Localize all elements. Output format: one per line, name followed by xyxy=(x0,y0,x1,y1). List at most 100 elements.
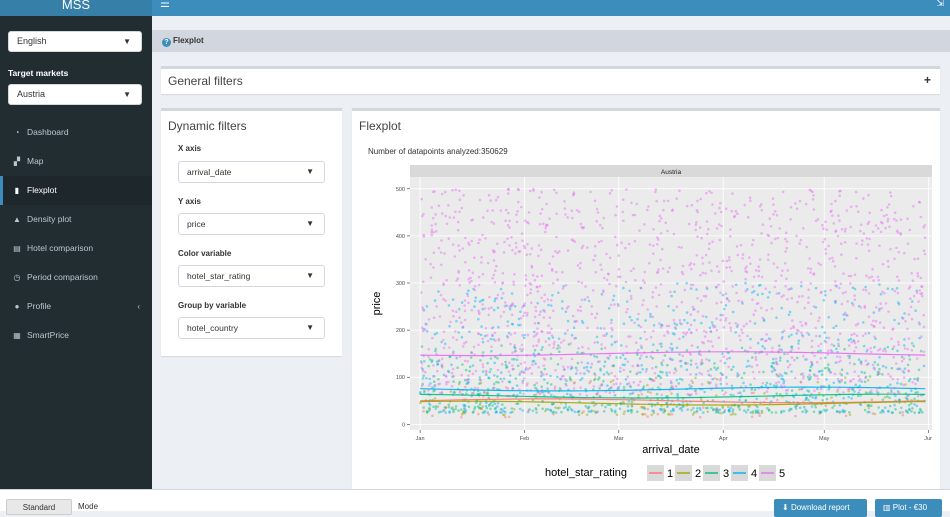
data-point-5 xyxy=(644,370,648,373)
data-point-3 xyxy=(660,345,663,348)
data-point-1 xyxy=(765,397,768,400)
data-point-3 xyxy=(516,364,520,368)
sidebar-item-hotel-comparison[interactable]: ▤ Hotel comparison xyxy=(0,234,152,263)
data-point-5 xyxy=(785,389,788,392)
language-select[interactable]: English ▼ xyxy=(8,31,142,52)
data-point-5 xyxy=(722,280,725,283)
data-point-4 xyxy=(543,378,546,381)
x-axis-select[interactable]: arrival_date ▼ xyxy=(178,161,325,183)
data-point-5 xyxy=(708,242,711,245)
standard-mode-button[interactable]: Standard xyxy=(6,499,72,515)
data-point-5 xyxy=(895,246,898,250)
data-point-5 xyxy=(666,270,670,274)
data-point-5 xyxy=(481,303,484,306)
data-point-5 xyxy=(916,394,920,398)
data-point-5 xyxy=(477,309,480,312)
group-by-select[interactable]: hotel_country ▼ xyxy=(178,317,325,339)
data-point-5 xyxy=(652,379,656,382)
data-point-5 xyxy=(594,270,598,274)
sidebar-item-period-comparison[interactable]: ◷ Period comparison xyxy=(0,263,152,292)
data-point-5 xyxy=(471,372,475,375)
y-axis-select[interactable]: price ▼ xyxy=(178,213,325,235)
data-point-5 xyxy=(727,256,731,259)
data-point-3 xyxy=(814,405,817,409)
y-axis-title: price xyxy=(371,292,383,316)
data-point-5 xyxy=(540,274,544,277)
data-point-5 xyxy=(759,338,763,341)
data-point-5 xyxy=(558,346,561,349)
data-point-4 xyxy=(814,286,818,290)
data-point-4 xyxy=(628,392,632,396)
data-point-3 xyxy=(802,405,806,409)
data-point-3 xyxy=(428,406,431,410)
data-point-5 xyxy=(704,335,707,338)
data-point-5 xyxy=(849,274,853,278)
data-point-5 xyxy=(915,291,919,295)
data-point-5 xyxy=(486,339,490,343)
data-point-5 xyxy=(560,341,563,344)
sidebar-item-flexplot[interactable]: ▮ Flexplot xyxy=(0,176,152,205)
market-select[interactable]: Austria ▼ xyxy=(8,84,142,105)
data-point-5 xyxy=(895,219,898,222)
data-point-4 xyxy=(775,316,778,319)
data-point-5 xyxy=(486,261,490,265)
data-point-5 xyxy=(444,190,447,194)
data-point-3 xyxy=(422,406,425,409)
data-point-4 xyxy=(547,408,550,411)
sidebar-item-map[interactable]: ▞ Map xyxy=(0,147,152,176)
sidebar-item-density-plot[interactable]: ▲ Density plot xyxy=(0,205,152,234)
data-point-2 xyxy=(824,404,827,408)
app-logo[interactable]: MSS xyxy=(0,0,152,16)
x-tick-label: Jan xyxy=(416,436,425,442)
data-point-5 xyxy=(696,297,699,300)
data-point-4 xyxy=(645,368,648,371)
sidebar-item-profile[interactable]: ● Profile ‹ xyxy=(0,292,152,321)
data-point-4 xyxy=(704,315,708,319)
data-point-5 xyxy=(900,359,904,363)
data-point-5 xyxy=(750,391,754,395)
data-point-5 xyxy=(776,266,779,269)
data-point-5 xyxy=(715,265,719,268)
data-point-5 xyxy=(625,188,628,191)
data-point-3 xyxy=(891,347,894,351)
hamburger-icon[interactable]: ☰ xyxy=(160,0,170,10)
data-point-4 xyxy=(905,397,909,400)
sidebar-item-dashboard[interactable]: ◔ Dashboard xyxy=(0,118,152,147)
plot-purchase-button[interactable]: ▥ Plot - €30 xyxy=(875,499,942,517)
data-point-5 xyxy=(614,213,617,217)
data-point-3 xyxy=(863,408,867,412)
data-point-5 xyxy=(649,355,653,358)
data-point-5 xyxy=(790,297,794,300)
data-point-5 xyxy=(430,228,434,232)
data-point-5 xyxy=(431,336,434,340)
data-point-5 xyxy=(608,256,612,260)
data-point-5 xyxy=(589,190,592,194)
data-point-4 xyxy=(624,378,628,381)
expand-plus-icon[interactable]: + xyxy=(924,73,931,87)
data-point-3 xyxy=(775,392,779,395)
data-point-5 xyxy=(739,243,743,247)
data-point-5 xyxy=(619,382,622,385)
data-point-5 xyxy=(562,365,565,368)
data-point-4 xyxy=(645,355,648,359)
data-point-5 xyxy=(435,305,438,308)
data-point-4 xyxy=(443,406,447,409)
data-point-4 xyxy=(847,395,850,399)
data-point-4 xyxy=(665,373,669,377)
question-icon[interactable]: ? xyxy=(162,38,171,47)
data-point-4 xyxy=(434,347,437,351)
data-point-5 xyxy=(678,321,682,325)
data-point-5 xyxy=(615,340,618,343)
download-report-button[interactable]: ⬇ Download report xyxy=(774,499,867,517)
data-point-5 xyxy=(636,371,640,374)
data-point-5 xyxy=(507,192,510,195)
data-point-5 xyxy=(701,271,705,275)
data-point-5 xyxy=(667,324,671,328)
color-variable-select[interactable]: hotel_star_rating ▼ xyxy=(178,265,325,287)
data-point-4 xyxy=(497,325,500,329)
data-point-5 xyxy=(572,239,575,242)
data-point-5 xyxy=(542,222,545,226)
share-icon[interactable]: ⇲ xyxy=(936,0,944,9)
sidebar-item-smartprice[interactable]: ▦ SmartPrice xyxy=(0,321,152,350)
data-point-2 xyxy=(623,410,626,413)
